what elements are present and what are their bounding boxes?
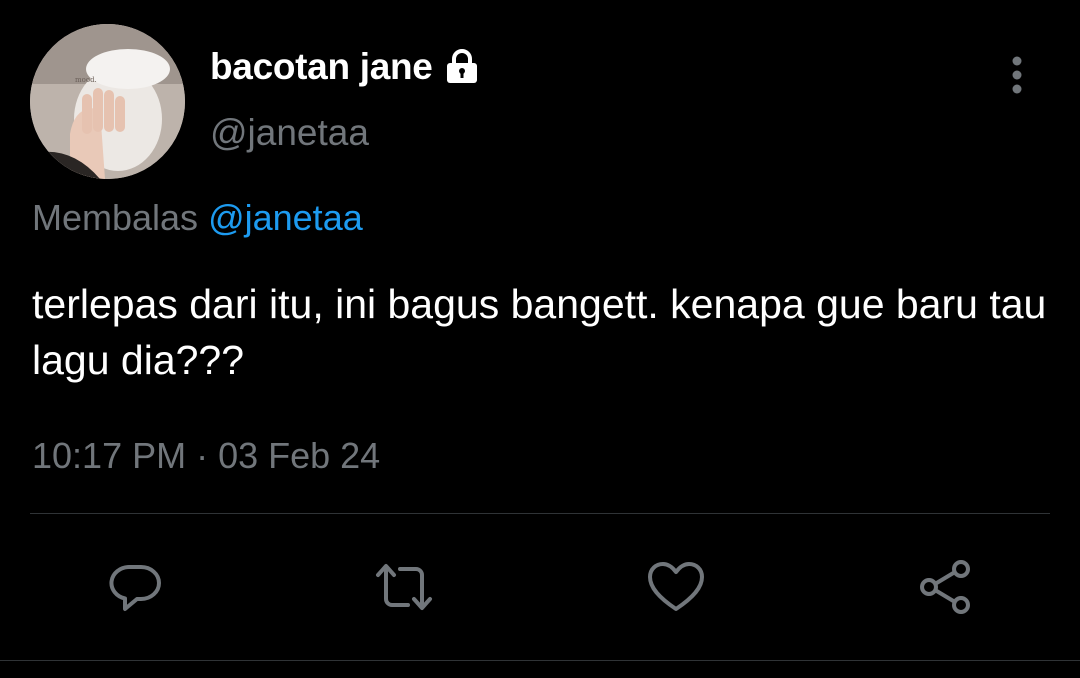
- reply-context: Membalas @janetaa: [32, 197, 363, 239]
- retweet-icon: [376, 564, 432, 610]
- share-icon: [920, 560, 970, 614]
- tweet-actions: [0, 555, 1080, 619]
- tweet-detail: mood. bacotan jane @janetaa Membalas @ja…: [0, 0, 1080, 678]
- share-button[interactable]: [913, 555, 977, 619]
- divider: [30, 513, 1050, 514]
- reply-mention-link[interactable]: @janetaa: [208, 197, 363, 238]
- tweet-text: terlepas dari itu, ini bagus bangett. ke…: [32, 281, 1047, 383]
- display-name[interactable]: bacotan jane: [210, 46, 433, 88]
- reply-prefix: Membalas: [32, 197, 199, 238]
- retweet-button[interactable]: [372, 555, 436, 619]
- lock-icon: [441, 46, 483, 88]
- divider-bottom: [0, 660, 1080, 661]
- reply-icon: [109, 565, 161, 611]
- avatar[interactable]: mood.: [30, 24, 185, 179]
- like-icon: [648, 562, 704, 611]
- avatar-image: mood.: [30, 24, 185, 179]
- author-handle[interactable]: @janetaa: [210, 112, 369, 154]
- like-button[interactable]: [644, 555, 708, 619]
- reply-button[interactable]: [103, 555, 167, 619]
- tweet-timestamp[interactable]: 10:17 PM · 03 Feb 24: [32, 435, 380, 477]
- avatar-caption: mood.: [75, 76, 97, 84]
- more-vertical-icon[interactable]: [1000, 52, 1034, 100]
- author-name-row[interactable]: bacotan jane: [210, 42, 483, 92]
